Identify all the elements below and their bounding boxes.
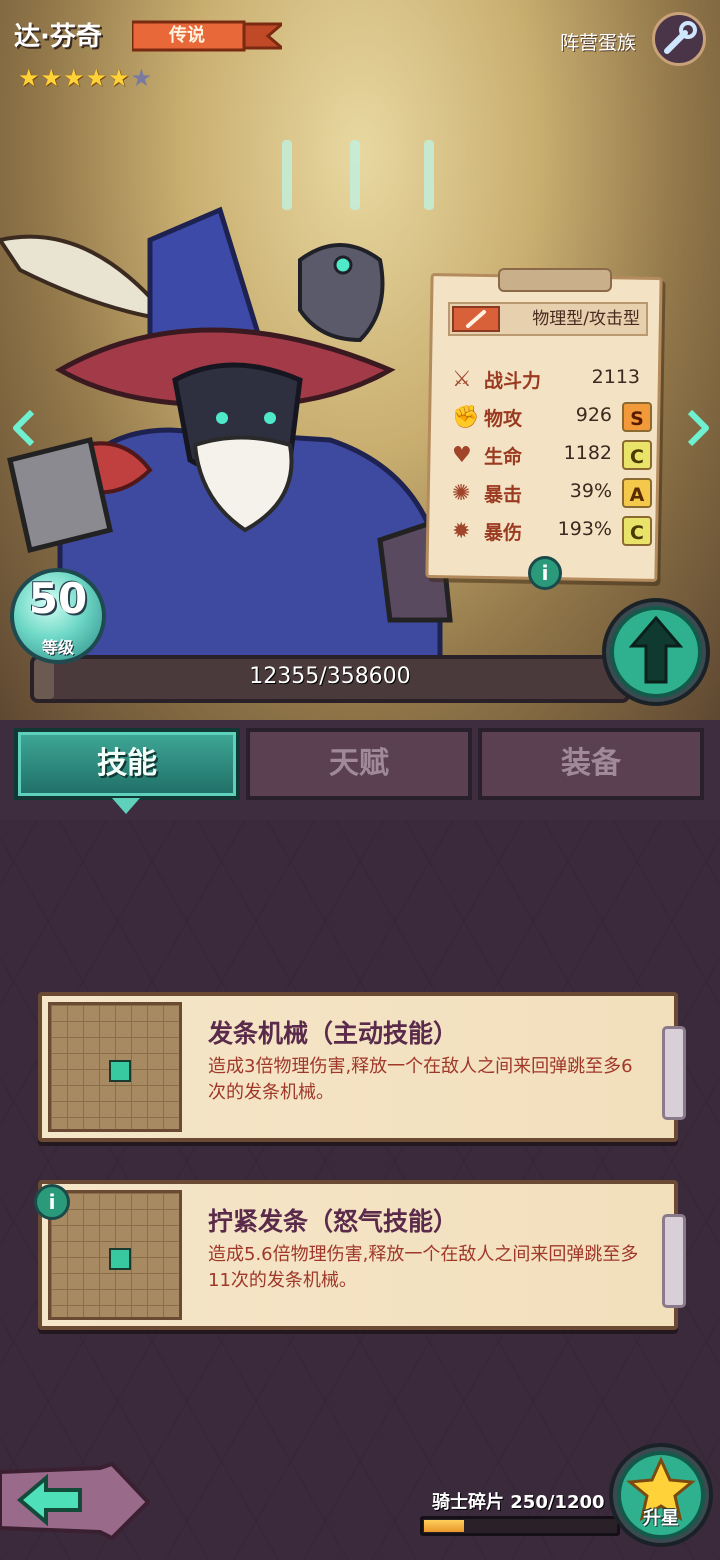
clipboard-clip bbox=[498, 268, 612, 292]
attack-fist-icon: ✊ bbox=[452, 405, 480, 430]
skill-info-button[interactable]: i bbox=[34, 1184, 70, 1220]
stat-label: 物攻 bbox=[484, 408, 523, 430]
stat-label: 暴伤 bbox=[484, 522, 523, 544]
stats-info-button[interactable]: i bbox=[528, 556, 562, 590]
star-rating: ★ ★ ★ ★ ★ ★ bbox=[18, 66, 152, 90]
star-icon: ★ bbox=[130, 64, 153, 92]
level-label: 等级 bbox=[41, 638, 74, 657]
card-clip bbox=[662, 1026, 686, 1120]
stat-row-attack: ✊ 物攻 926 S bbox=[452, 400, 652, 436]
stat-row-combat-power: ⚔ 战斗力 2113 bbox=[452, 362, 652, 398]
grade-badge: C bbox=[622, 440, 652, 470]
level-up-button[interactable] bbox=[600, 596, 712, 708]
combat-power-icon: ⚔ bbox=[452, 367, 472, 392]
info-icon: i bbox=[48, 1190, 56, 1214]
faction-wrench-button[interactable] bbox=[652, 12, 706, 66]
tab-talent[interactable]: 天赋 bbox=[246, 728, 472, 800]
active-tab-pointer bbox=[112, 798, 140, 814]
hero-type-text: 物理型/攻击型 bbox=[532, 309, 640, 329]
star-icon: ★ bbox=[63, 64, 85, 92]
knight-shards-label: 骑士碎片 250/1200 bbox=[432, 1492, 605, 1513]
grade-badge: C bbox=[622, 516, 652, 546]
star-up-label: 升星 bbox=[643, 1508, 679, 1529]
faction-label[interactable]: 阵营蛋族 bbox=[560, 28, 636, 55]
stat-label: 战斗力 bbox=[484, 370, 542, 392]
skill-icon-slot bbox=[48, 1002, 182, 1132]
skill-placeholder-icon bbox=[109, 1060, 131, 1082]
next-hero-arrow[interactable] bbox=[682, 408, 712, 448]
level-number: 50 bbox=[28, 574, 88, 623]
exp-text: 12355/358600 bbox=[249, 664, 411, 689]
stat-value: 926 bbox=[575, 404, 612, 426]
wrench-icon bbox=[664, 21, 697, 54]
skill-title: 发条机械（主动技能） bbox=[208, 1019, 459, 1048]
stat-row-health: ♥ 生命 1182 C bbox=[452, 438, 652, 474]
stat-row-crit-damage: ✹ 暴伤 193% C bbox=[452, 514, 652, 550]
stat-value: 1182 bbox=[563, 442, 612, 464]
star-icon: ★ bbox=[18, 64, 40, 92]
skill-placeholder-icon bbox=[109, 1248, 131, 1270]
back-button[interactable] bbox=[0, 1462, 150, 1540]
skill-description: 造成3倍物理伤害,释放一个在敌人之间来回弹跳至多6次的发条机械。 bbox=[208, 1056, 633, 1103]
heart-icon: ♥ bbox=[452, 443, 472, 468]
skill-description: 造成5.6倍物理伤害,释放一个在敌人之间来回弹跳至多11次的发条机械。 bbox=[208, 1244, 639, 1291]
star-icon: ★ bbox=[108, 64, 130, 92]
prev-hero-arrow[interactable] bbox=[10, 408, 40, 448]
exp-bar-fill bbox=[34, 659, 54, 699]
stat-row-crit: ✺ 暴击 39% A bbox=[452, 476, 652, 512]
crit-icon: ✺ bbox=[452, 481, 471, 506]
star-icon: ★ bbox=[85, 64, 108, 92]
tab-skills[interactable]: 技能 bbox=[14, 728, 240, 800]
grade-badge: S bbox=[622, 402, 652, 432]
stat-label: 生命 bbox=[484, 446, 523, 468]
grade-badge: A bbox=[622, 478, 652, 508]
stat-value: 39% bbox=[569, 480, 612, 502]
stat-value: 2113 bbox=[591, 366, 640, 388]
sword-type-icon bbox=[452, 306, 500, 332]
crit-damage-icon: ✹ bbox=[452, 519, 471, 544]
tab-equipment[interactable]: 装备 bbox=[478, 728, 704, 800]
shard-progress-fill bbox=[424, 1520, 464, 1532]
star-icon: ★ bbox=[40, 64, 63, 92]
skill-title: 拧紧发条（怒气技能） bbox=[208, 1207, 459, 1236]
hero-name: 达·芬奇 bbox=[14, 22, 102, 52]
stat-label: 暴击 bbox=[484, 484, 523, 506]
skill-card[interactable]: 发条机械（主动技能） 造成3倍物理伤害,释放一个在敌人之间来回弹跳至多6次的发条… bbox=[38, 992, 686, 1142]
skill-card[interactable]: 拧紧发条（怒气技能） 造成5.6倍物理伤害,释放一个在敌人之间来回弹跳至多11次… bbox=[38, 1180, 686, 1330]
star-up-button[interactable] bbox=[608, 1442, 714, 1548]
stat-value: 193% bbox=[557, 518, 612, 540]
info-icon: i bbox=[541, 561, 549, 585]
rarity-label: 传说 bbox=[169, 25, 205, 46]
card-clip bbox=[662, 1214, 686, 1308]
